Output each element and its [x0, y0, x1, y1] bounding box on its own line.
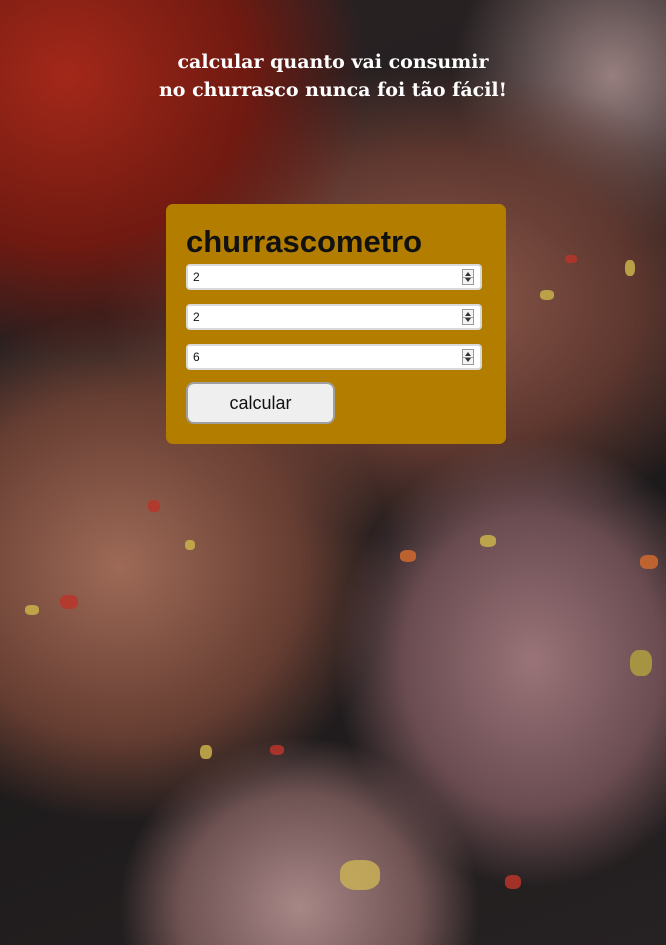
calcular-button[interactable]: calcular — [186, 382, 335, 424]
number-input-1-value: 2 — [193, 270, 200, 284]
number-input-2[interactable]: 2 — [186, 304, 482, 330]
garnish-speck — [400, 550, 416, 562]
garnish-speck — [540, 290, 554, 300]
background-photo — [0, 0, 666, 945]
garnish-speck — [640, 555, 658, 569]
churrasco-form-card: churrascometro 2 2 6 calcular — [166, 204, 506, 444]
headline-line-1: calcular quanto vai consumir — [177, 51, 489, 73]
garnish-speck — [200, 745, 212, 759]
garnish-speck — [565, 255, 577, 263]
headline: calcular quanto vai consumir no churrasc… — [0, 48, 666, 104]
spinner-up-icon[interactable] — [465, 272, 471, 276]
garnish-speck — [505, 875, 521, 889]
garnish-speck — [270, 745, 284, 755]
garnish-speck — [480, 535, 496, 547]
number-input-1[interactable]: 2 — [186, 264, 482, 290]
spinner-down-icon[interactable] — [465, 318, 471, 322]
headline-line-2: no churrasco nunca foi tão fácil! — [158, 79, 507, 101]
spinner-arrows-icon[interactable] — [462, 349, 474, 365]
garnish-speck — [630, 650, 652, 676]
spinner-down-icon[interactable] — [465, 278, 471, 282]
spinner-down-icon[interactable] — [465, 358, 471, 362]
form-title: churrascometro — [186, 224, 423, 259]
spinner-up-icon[interactable] — [465, 312, 471, 316]
spinner-arrows-icon[interactable] — [462, 269, 474, 285]
number-input-2-value: 2 — [193, 310, 200, 324]
garnish-speck — [340, 860, 380, 890]
garnish-speck — [625, 260, 635, 276]
spinner-arrows-icon[interactable] — [462, 309, 474, 325]
garnish-speck — [60, 595, 78, 609]
garnish-speck — [148, 500, 160, 512]
number-input-3[interactable]: 6 — [186, 344, 482, 370]
spinner-up-icon[interactable] — [465, 352, 471, 356]
garnish-speck — [25, 605, 39, 615]
garnish-speck — [185, 540, 195, 550]
number-input-3-value: 6 — [193, 350, 200, 364]
